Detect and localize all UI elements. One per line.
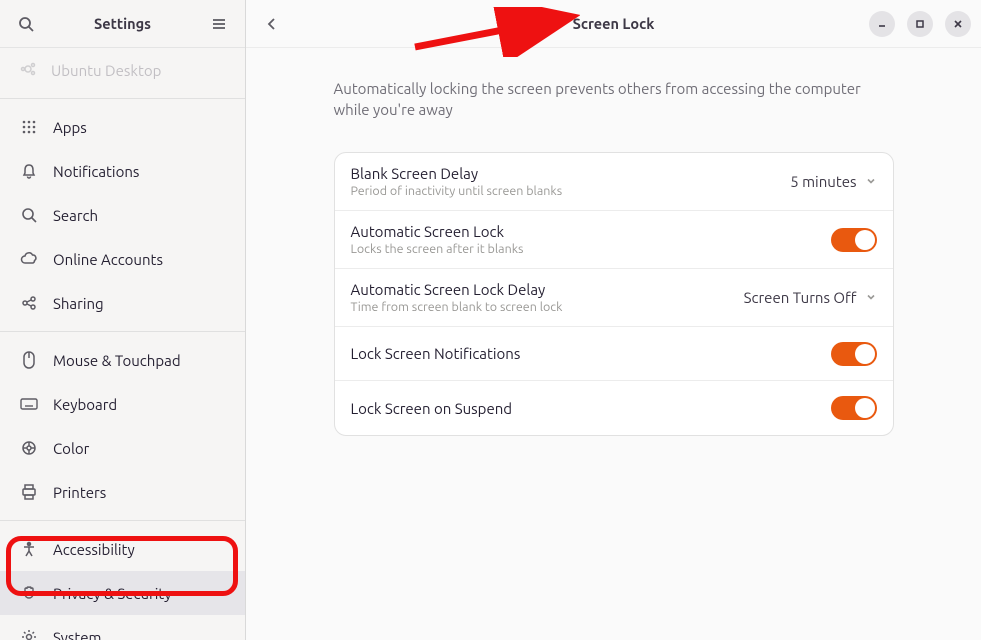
search-icon	[18, 16, 34, 32]
row-title: Blank Screen Delay	[351, 165, 791, 182]
gear-icon	[20, 628, 38, 640]
sidebar-item-label: Ubuntu Desktop	[51, 62, 161, 79]
row-subtitle: Time from screen blank to screen lock	[351, 300, 744, 314]
row-title: Lock Screen Notifications	[351, 345, 831, 362]
hamburger-icon	[211, 16, 227, 32]
minimize-button[interactable]	[869, 11, 895, 37]
search-icon	[20, 206, 38, 224]
cloud-icon	[20, 250, 38, 268]
settings-group: Blank Screen Delay Period of inactivity …	[334, 152, 894, 436]
sidebar-item-label: Notifications	[53, 163, 139, 180]
row-title: Lock Screen on Suspend	[351, 400, 831, 417]
sidebar-divider	[0, 520, 245, 521]
sidebar-item-system[interactable]: System	[0, 615, 245, 640]
sidebar-item-label: System	[53, 629, 102, 640]
toggle-lock-screen-on-suspend[interactable]	[831, 396, 877, 420]
toggle-lock-screen-notifications[interactable]	[831, 342, 877, 366]
sidebar-divider	[0, 98, 245, 99]
sidebar-item-label: Search	[53, 207, 98, 224]
search-button[interactable]	[10, 8, 42, 40]
bell-icon	[20, 162, 38, 180]
mouse-icon	[20, 351, 38, 369]
grid-icon	[20, 118, 38, 136]
sidebar-item-label: Printers	[53, 484, 106, 501]
chevron-down-icon	[865, 173, 877, 191]
sidebar-item-label: Accessibility	[53, 541, 135, 558]
sidebar-list[interactable]: Ubuntu Desktop Apps Notifications Search…	[0, 48, 245, 640]
sidebar-item-mouse-touchpad[interactable]: Mouse & Touchpad	[0, 338, 245, 382]
sidebar-item-label: Sharing	[53, 295, 104, 312]
colorwheel-icon	[20, 439, 38, 457]
toggle-automatic-screen-lock[interactable]	[831, 228, 877, 252]
sidebar-item-keyboard[interactable]: Keyboard	[0, 382, 245, 426]
sidebar-item-online-accounts[interactable]: Online Accounts	[0, 237, 245, 281]
row-title: Automatic Screen Lock Delay	[351, 281, 744, 298]
sidebar-item-label: Apps	[53, 119, 87, 136]
sidebar-item-search[interactable]: Search	[0, 193, 245, 237]
minimize-icon	[877, 19, 887, 29]
sidebar-item-label: Privacy & Security	[53, 585, 172, 602]
sidebar-item-ubuntu-desktop[interactable]: Ubuntu Desktop	[0, 48, 245, 92]
maximize-button[interactable]	[907, 11, 933, 37]
content-body[interactable]: Automatically locking the screen prevent…	[246, 48, 981, 640]
sidebar-item-apps[interactable]: Apps	[0, 105, 245, 149]
sidebar-item-color[interactable]: Color	[0, 426, 245, 470]
hand-icon	[20, 584, 38, 602]
sidebar-divider	[0, 331, 245, 332]
row-title: Automatic Screen Lock	[351, 223, 831, 240]
row-automatic-screen-lock-delay[interactable]: Automatic Screen Lock Delay Time from sc…	[335, 269, 893, 327]
row-value: 5 minutes	[790, 173, 856, 190]
row-value: Screen Turns Off	[744, 289, 857, 306]
chevron-down-icon	[865, 289, 877, 307]
sidebar-item-label: Online Accounts	[53, 251, 163, 268]
window-controls	[869, 11, 971, 37]
sidebar-item-sharing[interactable]: Sharing	[0, 281, 245, 325]
row-lock-screen-notifications: Lock Screen Notifications	[335, 327, 893, 381]
sidebar-item-label: Keyboard	[53, 396, 117, 413]
sidebar-item-label: Color	[53, 440, 89, 457]
close-icon	[953, 19, 963, 29]
accessibility-icon	[20, 540, 38, 558]
sidebar: Settings Ubuntu Desktop Apps Notificatio…	[0, 0, 246, 640]
keyboard-icon	[20, 395, 38, 413]
row-subtitle: Period of inactivity until screen blanks	[351, 184, 791, 198]
printer-icon	[20, 483, 38, 501]
content-header: Screen Lock	[246, 0, 981, 48]
sidebar-item-label: Mouse & Touchpad	[53, 352, 181, 369]
sidebar-header: Settings	[0, 0, 245, 48]
primary-menu-button[interactable]	[203, 8, 235, 40]
desktop-icon	[20, 61, 36, 80]
sidebar-item-accessibility[interactable]: Accessibility	[0, 527, 245, 571]
row-subtitle: Locks the screen after it blanks	[351, 242, 831, 256]
sidebar-item-printers[interactable]: Printers	[0, 470, 245, 514]
sidebar-item-privacy-security[interactable]: Privacy & Security	[0, 571, 245, 615]
back-button[interactable]	[256, 8, 288, 40]
close-button[interactable]	[945, 11, 971, 37]
row-blank-screen-delay[interactable]: Blank Screen Delay Period of inactivity …	[335, 153, 893, 211]
page-description: Automatically locking the screen prevent…	[334, 78, 894, 120]
chevron-left-icon	[265, 17, 279, 31]
sidebar-item-notifications[interactable]: Notifications	[0, 149, 245, 193]
row-lock-screen-on-suspend: Lock Screen on Suspend	[335, 381, 893, 435]
row-automatic-screen-lock: Automatic Screen Lock Locks the screen a…	[335, 211, 893, 269]
maximize-icon	[915, 19, 925, 29]
content-pane: Screen Lock Automatically locking the sc…	[246, 0, 981, 640]
share-icon	[20, 294, 38, 312]
